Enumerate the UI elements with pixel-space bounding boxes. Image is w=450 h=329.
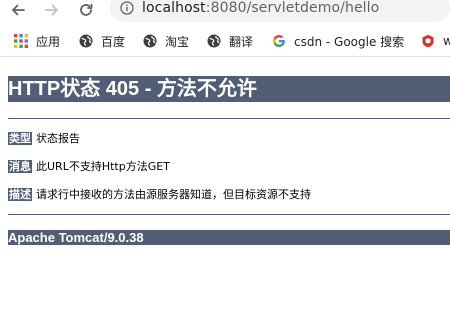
bookmark-baidu[interactable]: 百度 [79, 30, 125, 52]
globe-icon [143, 34, 157, 48]
divider-top [8, 118, 450, 119]
reload-icon [80, 3, 93, 16]
url-path: :8080/servletdemo/hello [205, 0, 380, 16]
chrome-divider [0, 56, 450, 57]
bookmark-label: w [443, 34, 450, 48]
bookmarks-bar: 应用 百度 淘宝 翻译 csdn - Google 搜索 w [0, 30, 450, 52]
browser-chrome: localhost:8080/servletdemo/hello 应用 百度 淘… [0, 0, 450, 56]
row-value-type: 状态报告 [36, 132, 80, 145]
bookmark-translate[interactable]: 翻译 [207, 30, 253, 52]
row-label-description: 描述 [8, 187, 32, 201]
url-text[interactable]: localhost:8080/servletdemo/hello [142, 0, 379, 16]
server-version: Apache Tomcat/9.0.38 [8, 230, 450, 245]
arrow-right-icon [45, 4, 58, 16]
info-row-message: 消息 此URL不支持Http方法GET [8, 159, 170, 173]
address-bar[interactable]: localhost:8080/servletdemo/hello [110, 0, 450, 22]
bookmark-label: 翻译 [229, 34, 254, 49]
bookmark-label: csdn - Google 搜索 [294, 34, 405, 49]
arrow-left-icon [12, 4, 25, 16]
url-host: localhost [142, 0, 206, 16]
bookmark-label: 应用 [36, 34, 61, 49]
info-row-type: 类型 状态报告 [8, 131, 80, 145]
forward-button[interactable] [42, 0, 62, 20]
row-label-message: 消息 [8, 159, 32, 173]
divider-bottom [8, 214, 450, 215]
back-button[interactable] [8, 0, 28, 20]
page-title: HTTP状态 405 - 方法不允许 [8, 76, 450, 102]
bookmark-apps[interactable]: 应用 [14, 30, 60, 52]
apps-grid-icon [14, 34, 28, 48]
bookmark-w[interactable]: w [421, 30, 450, 52]
bookmark-google-search[interactable]: csdn - Google 搜索 [272, 30, 404, 52]
bookmark-label: 淘宝 [165, 34, 190, 49]
bookmark-taobao[interactable]: 淘宝 [143, 30, 189, 52]
row-value-description: 请求行中接收的方法由源服务器知道，但目标资源不支持 [36, 188, 311, 201]
row-label-type: 类型 [8, 131, 32, 145]
bookmark-label: 百度 [101, 34, 126, 49]
globe-icon [79, 34, 93, 48]
globe-icon [207, 34, 221, 48]
google-icon [273, 35, 285, 47]
shield-logo-icon [422, 34, 434, 48]
info-icon[interactable] [120, 1, 134, 15]
browser-toolbar: localhost:8080/servletdemo/hello [0, 0, 450, 22]
row-value-message: 此URL不支持Http方法GET [36, 160, 170, 173]
reload-button[interactable] [76, 0, 96, 20]
info-row-description: 描述 请求行中接收的方法由源服务器知道，但目标资源不支持 [8, 187, 311, 201]
